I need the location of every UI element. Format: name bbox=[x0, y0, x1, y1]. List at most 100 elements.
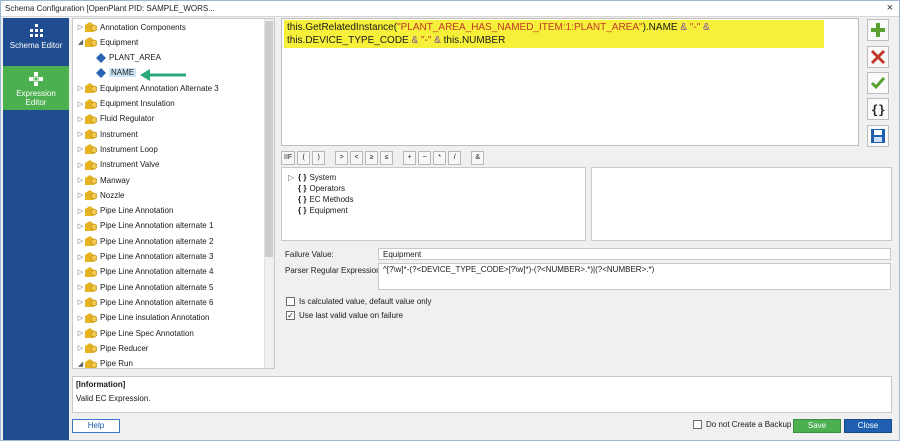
no-backup-box[interactable] bbox=[693, 420, 702, 429]
no-backup-checkbox[interactable]: Do not Create a Backup bbox=[693, 420, 791, 429]
class-icon bbox=[85, 220, 97, 231]
expander-icon[interactable]: ▷ bbox=[76, 23, 85, 31]
expander-icon[interactable]: ◢ bbox=[76, 38, 85, 46]
class-icon bbox=[85, 175, 97, 185]
class-icon bbox=[85, 37, 97, 48]
delete-button[interactable] bbox=[867, 46, 889, 68]
operator-button[interactable]: / bbox=[448, 151, 462, 165]
failure-value-label: Failure Value: bbox=[285, 250, 334, 259]
expander-icon[interactable]: ▷ bbox=[76, 84, 85, 92]
tree-item[interactable]: ▷ Pipe Line Annotation alternate 6 bbox=[76, 295, 213, 309]
tree-item-label: Pipe Line Spec Annotation bbox=[100, 328, 194, 338]
tree-item[interactable]: PLANT_AREA bbox=[87, 51, 161, 65]
expander-icon[interactable]: ▷ bbox=[76, 314, 85, 322]
expander-icon[interactable]: ▷ bbox=[76, 222, 85, 230]
help-button[interactable]: Help bbox=[72, 419, 120, 433]
is-calculated-box[interactable] bbox=[286, 297, 295, 306]
tree-item[interactable]: ▷ Pipe Line Spec Annotation bbox=[76, 326, 194, 340]
function-item[interactable]: { } Equipment bbox=[288, 205, 348, 216]
operator-button[interactable]: ≤ bbox=[380, 151, 394, 165]
is-calculated-checkbox[interactable]: Is calculated value, default value only bbox=[286, 297, 432, 306]
tree-item[interactable]: ▷ Pipe Line Annotation alternate 4 bbox=[76, 265, 213, 279]
operator-button[interactable]: & bbox=[471, 151, 485, 165]
operator-button[interactable]: ) bbox=[312, 151, 326, 165]
expander-icon[interactable]: ▷ bbox=[76, 253, 85, 261]
expander-icon[interactable]: ▷ bbox=[76, 298, 85, 306]
operator-button[interactable]: ≥ bbox=[365, 151, 379, 165]
operator-button[interactable]: + bbox=[403, 151, 417, 165]
tree-item[interactable]: ▷ Nozzle bbox=[76, 188, 124, 202]
tree-item[interactable]: ▷ Equipment Annotation Alternate 3 bbox=[76, 81, 219, 95]
function-item-label: Operators bbox=[309, 184, 346, 193]
tree-item[interactable]: ▷ Pipe Line Annotation alternate 3 bbox=[76, 250, 213, 264]
expander-icon[interactable]: ▷ bbox=[76, 329, 85, 337]
operator-button[interactable]: < bbox=[350, 151, 364, 165]
tree-item[interactable]: ▷ Pipe Line Annotation alternate 1 bbox=[76, 219, 213, 233]
expander-icon[interactable]: ▷ bbox=[76, 145, 85, 153]
expander-icon[interactable]: ▷ bbox=[76, 191, 85, 199]
function-item[interactable]: { } EC Methods bbox=[288, 194, 353, 205]
tree-item[interactable]: ▷ Instrument Valve bbox=[76, 158, 159, 172]
expander-icon[interactable]: ▷ bbox=[76, 283, 85, 291]
nav-expression-editor[interactable]: Expression Editor bbox=[3, 66, 69, 110]
save-expression-button[interactable] bbox=[867, 125, 889, 147]
save-button[interactable]: Save bbox=[793, 419, 841, 433]
use-last-valid-checkbox[interactable]: ✓ Use last valid value on failure bbox=[286, 311, 403, 320]
function-item[interactable]: ▷{ } System bbox=[288, 172, 336, 183]
tree-item[interactable]: ◢ Pipe Run bbox=[76, 357, 133, 368]
expression-text[interactable]: this.GetRelatedInstance("PLANT_AREA_HAS_… bbox=[284, 20, 824, 48]
tree-item-label: Pipe Line Annotation alternate 4 bbox=[100, 267, 214, 277]
expander-icon[interactable]: ▷ bbox=[76, 130, 85, 138]
operator-button[interactable]: − bbox=[418, 151, 432, 165]
parser-regex-field[interactable]: ^[?\w]*-(?<DEVICE_TYPE_CODE>[?\w]*)-(?<N… bbox=[378, 263, 891, 290]
tree-item[interactable]: ▷ Instrument bbox=[76, 127, 138, 141]
operator-button[interactable]: * bbox=[433, 151, 447, 165]
close-button[interactable]: Close bbox=[844, 419, 892, 433]
expander-icon[interactable]: ▷ bbox=[288, 173, 298, 182]
operator-toolbar: IIF() > < ≥ ≤ + − * / & bbox=[281, 151, 485, 165]
expander-icon[interactable]: ▷ bbox=[76, 207, 85, 215]
expander-icon[interactable]: ▷ bbox=[76, 100, 85, 108]
tree-item[interactable]: ◢ Equipment bbox=[76, 35, 138, 49]
expression-token: this.GetRelatedInstance( bbox=[287, 22, 398, 33]
add-button[interactable] bbox=[867, 19, 889, 41]
tree-item[interactable]: ▷ Instrument Loop bbox=[76, 142, 158, 156]
function-item[interactable]: { } Operators bbox=[288, 183, 345, 194]
class-icon bbox=[85, 282, 97, 293]
tree-item-label: Equipment Annotation Alternate 3 bbox=[100, 83, 219, 93]
tree-item[interactable]: ▷ Pipe Reducer bbox=[76, 341, 148, 355]
expander-icon[interactable]: ▷ bbox=[76, 161, 85, 169]
failure-value-field[interactable]: Equipment bbox=[378, 248, 891, 260]
use-last-valid-box[interactable]: ✓ bbox=[286, 311, 295, 320]
tree-scrollbar[interactable] bbox=[264, 19, 274, 368]
tree-item[interactable]: NAME bbox=[87, 66, 137, 80]
tree-item[interactable]: ▷ Fluid Regulator bbox=[76, 112, 154, 126]
function-tree[interactable]: ▷{ } System{ } Operators{ } EC Methods{ } Eq… bbox=[281, 167, 586, 241]
expander-icon[interactable]: ◢ bbox=[76, 360, 85, 368]
expander-icon[interactable]: ▷ bbox=[76, 268, 85, 276]
expander-icon[interactable]: ▷ bbox=[76, 237, 85, 245]
expression-editor[interactable]: this.GetRelatedInstance("PLANT_AREA_HAS_… bbox=[281, 18, 859, 146]
expander-icon[interactable]: ▷ bbox=[76, 344, 85, 352]
tree-scrollbar-thumb[interactable] bbox=[265, 21, 273, 257]
function-item-label: EC Methods bbox=[309, 195, 354, 204]
operator-button[interactable]: ( bbox=[297, 151, 311, 165]
operator-button[interactable]: > bbox=[335, 151, 349, 165]
tree-item[interactable]: ▷ Pipe Line Annotation alternate 5 bbox=[76, 280, 213, 294]
tree-item[interactable]: ▷ Equipment Insulation bbox=[76, 97, 175, 111]
expander-icon[interactable]: ▷ bbox=[76, 176, 85, 184]
operator-button[interactable]: IIF bbox=[281, 151, 296, 165]
expander-icon[interactable]: ▷ bbox=[76, 115, 85, 123]
validate-button[interactable] bbox=[867, 72, 889, 94]
nav-schema-editor[interactable]: Schema Editor bbox=[3, 18, 69, 62]
tree-item[interactable]: ▷ Annotation Components bbox=[76, 20, 186, 34]
braces-button[interactable]: {} bbox=[867, 98, 889, 120]
tree-item[interactable]: ▷ Pipe Line Annotation bbox=[76, 204, 173, 218]
tree-item[interactable]: ▷ Pipe Line insulation Annotation bbox=[76, 311, 209, 325]
window-close-button[interactable]: × bbox=[887, 2, 893, 14]
schema-icon bbox=[30, 24, 43, 37]
class-icon bbox=[85, 236, 97, 247]
property-icon bbox=[96, 52, 106, 63]
tree-item[interactable]: ▷ Pipe Line Annotation alternate 2 bbox=[76, 234, 213, 248]
tree-item[interactable]: ▷ Manway bbox=[76, 173, 130, 187]
